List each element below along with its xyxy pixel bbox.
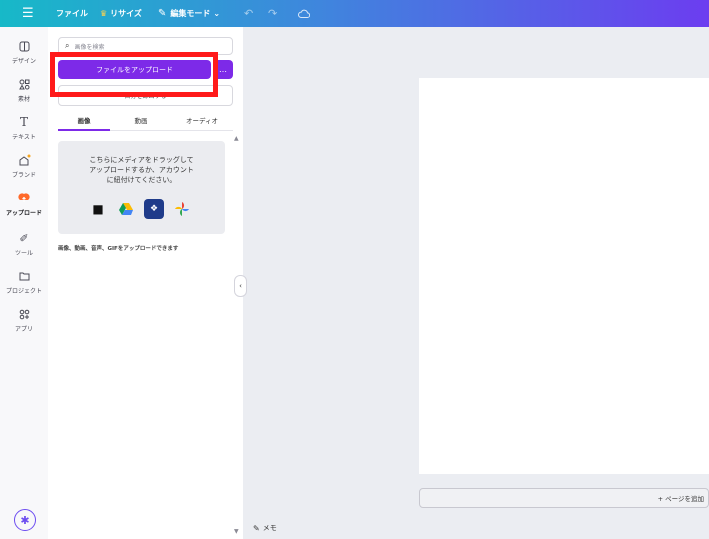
resize-label: リサイズ — [110, 9, 142, 18]
resize-button[interactable]: ♛ リサイズ — [100, 0, 142, 27]
google-drive-icon[interactable] — [116, 199, 136, 219]
pencil-icon: ✎ — [158, 8, 167, 19]
sidebar-item-text[interactable]: T テキスト — [0, 115, 48, 141]
cloud-sync-icon[interactable] — [298, 0, 310, 27]
tab-images[interactable]: 画像 — [58, 115, 110, 131]
sidebar-item-label: デザイン — [11, 58, 36, 65]
design-icon — [17, 39, 31, 53]
text-icon: T — [19, 115, 28, 129]
scroll-up-arrow[interactable]: ▲ — [234, 135, 239, 142]
sidebar-item-apps[interactable]: アプリ — [0, 307, 48, 333]
sidebar-item-label: プロジェクト — [5, 288, 42, 295]
sidebar-item-label: テキスト — [12, 134, 36, 141]
sidebar-item-label: 素材 — [17, 96, 30, 103]
sidebar-item-label: ブランド — [11, 172, 36, 179]
crown-icon: ♛ — [100, 9, 108, 18]
menu-icon[interactable]: ☰ — [22, 0, 34, 27]
uploads-panel: ⌕ 画像を検索 ファイルをアップロード … 自分を録画する 画像 動画 オーディ… — [48, 27, 243, 539]
google-photos-icon[interactable] — [172, 199, 192, 219]
edit-mode-dropdown[interactable]: ✎ 編集モード ⌄ — [158, 0, 220, 27]
collapse-panel-button[interactable]: ‹ — [234, 275, 247, 297]
sidebar-item-brand[interactable]: ブランド — [0, 153, 48, 179]
tab-videos[interactable]: 動画 — [116, 115, 166, 131]
cloud-sources: ■ ❖ — [88, 199, 192, 219]
apps-icon — [17, 307, 31, 321]
drop-zone-text: こちらにメディアをドラッグして アップロードするか、アカウント に紐付けてくださ… — [89, 156, 194, 184]
search-icon: ⌕ — [65, 41, 70, 50]
design-canvas-page[interactable] — [419, 78, 709, 474]
edit-mode-label: 編集モード — [170, 9, 211, 18]
supported-formats-note: 画像、動画、音声、GIFをアップロードできます — [58, 246, 179, 252]
note-pen-icon: ✎ — [253, 523, 260, 533]
sidebar-item-label: アプリ — [14, 326, 33, 333]
brand-icon — [17, 153, 31, 167]
sidebar-item-upload[interactable]: アップロード — [0, 191, 48, 217]
sidebar-item-projects[interactable]: プロジェクト — [0, 269, 48, 295]
media-tabs: 画像 動画 オーディオ — [58, 115, 233, 131]
file-menu[interactable]: ファイル — [56, 0, 88, 27]
sidebar-item-label: アップロード — [5, 210, 42, 217]
capcut-icon[interactable]: ■ — [88, 199, 108, 219]
upload-drop-zone[interactable]: こちらにメディアをドラッグして アップロードするか、アカウント に紐付けてくださ… — [58, 141, 225, 234]
red-highlight-box — [50, 52, 218, 97]
folder-icon — [17, 269, 31, 283]
chevron-down-icon: ⌄ — [213, 9, 221, 18]
upload-icon — [17, 191, 31, 205]
tab-audio[interactable]: オーディオ — [172, 115, 232, 131]
add-page-button[interactable]: + ページを追加 — [419, 488, 709, 508]
notes-button[interactable]: ✎ メモ — [253, 523, 277, 533]
left-sidebar: デザイン 素材 T テキスト ブランド アップロード ✐ ツール プロジェクト — [0, 27, 48, 539]
elements-icon — [17, 77, 31, 91]
sidebar-item-design[interactable]: デザイン — [0, 39, 48, 65]
notes-label: メモ — [262, 524, 277, 532]
tools-icon: ✐ — [19, 231, 29, 245]
magic-assistant-icon[interactable]: ✱ — [14, 509, 36, 531]
redo-icon[interactable]: ↷ — [268, 0, 277, 27]
sidebar-item-elements[interactable]: 素材 — [0, 77, 48, 103]
dropbox-icon[interactable]: ❖ — [144, 199, 164, 219]
sidebar-item-tools[interactable]: ✐ ツール — [0, 231, 48, 258]
undo-icon[interactable]: ↶ — [244, 0, 253, 27]
search-placeholder: 画像を検索 — [74, 43, 105, 51]
chevron-left-icon: ‹ — [239, 282, 242, 290]
sidebar-item-label: ツール — [14, 250, 33, 257]
top-bar: ☰ ファイル ♛ リサイズ ✎ 編集モード ⌄ ↶ ↷ — [0, 0, 709, 27]
scroll-down-arrow[interactable]: ▼ — [234, 528, 239, 535]
